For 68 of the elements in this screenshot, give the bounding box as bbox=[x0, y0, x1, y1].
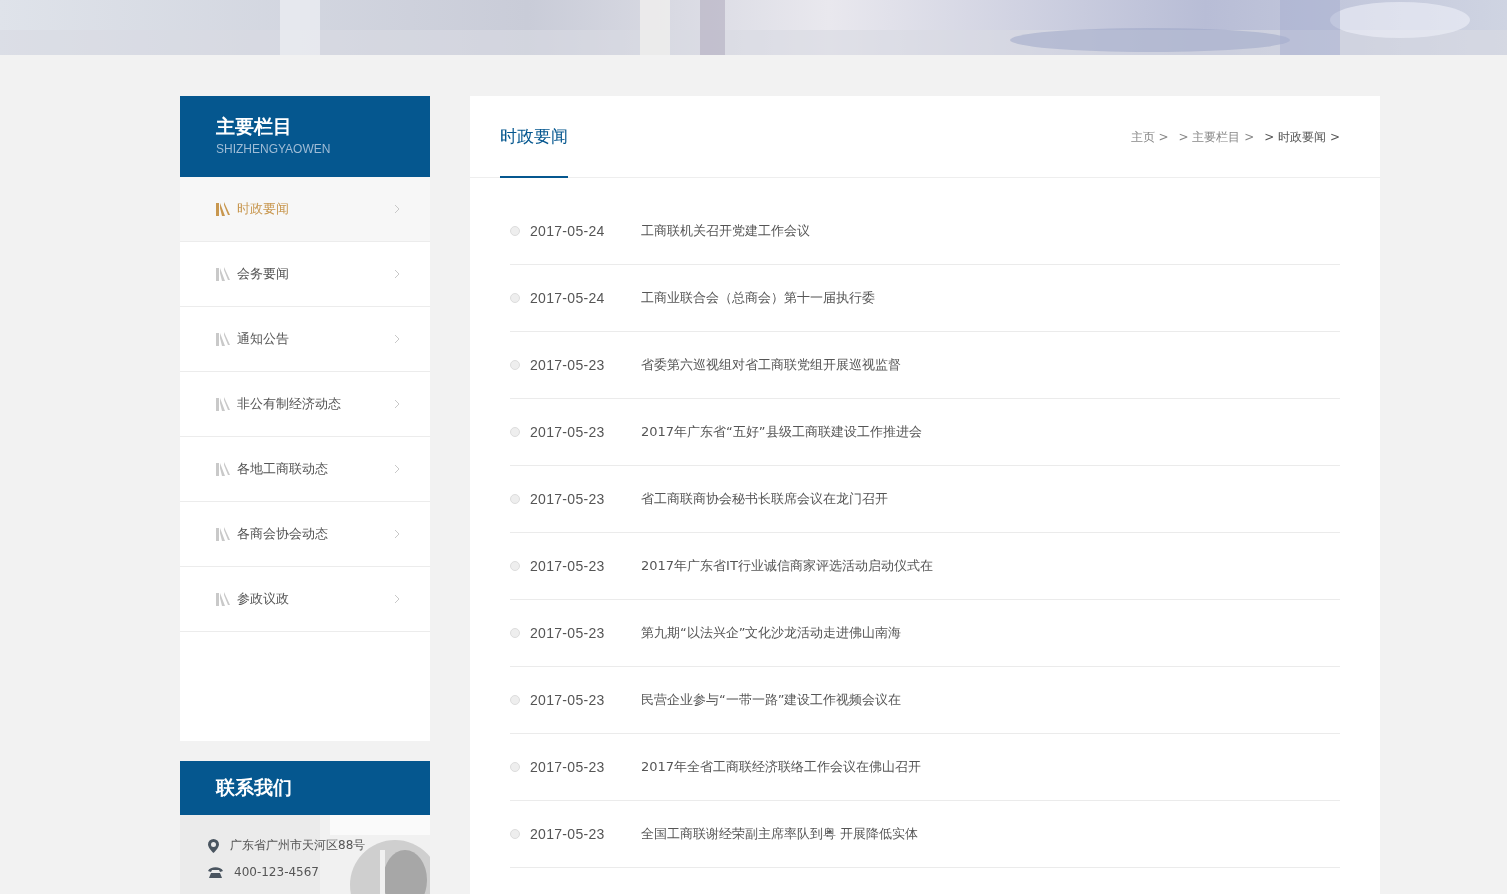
chevron-right-icon bbox=[394, 204, 400, 214]
news-date: 2017-05-23 bbox=[530, 759, 606, 775]
stripes-icon bbox=[216, 267, 231, 281]
bullet-icon bbox=[510, 293, 520, 303]
section-tab[interactable]: 时政要闻 bbox=[500, 125, 568, 178]
news-link[interactable]: 全国工商联谢经荣副主席率队到粤 开展降低实体 bbox=[641, 825, 919, 843]
news-link[interactable]: 省工商联商协会秘书长联席会议在龙门召开 bbox=[641, 490, 888, 508]
news-date: 2017-05-23 bbox=[530, 357, 606, 373]
bullet-icon bbox=[510, 829, 520, 839]
stripes-icon bbox=[216, 332, 231, 346]
breadcrumb-link[interactable]: > 主要栏目 > bbox=[1178, 129, 1255, 146]
bullet-icon bbox=[510, 494, 520, 504]
address-text: 广东省广州市天河区88号 bbox=[230, 837, 366, 854]
news-date: 2017-05-24 bbox=[530, 223, 606, 239]
chevron-right-icon bbox=[394, 464, 400, 474]
news-link[interactable]: 工商业联合会（总商会）第十一届执行委 bbox=[641, 289, 875, 307]
breadcrumb-link[interactable]: > 时政要闻 > bbox=[1264, 129, 1340, 146]
news-date: 2017-05-23 bbox=[530, 424, 606, 440]
sidebar-subtitle: SHIZHENGYAOWEN bbox=[216, 142, 332, 156]
bullet-icon bbox=[510, 360, 520, 370]
sidebar-item-label: 各商会协会动态 bbox=[237, 525, 329, 543]
sidebar-item-label: 时政要闻 bbox=[237, 200, 290, 218]
chevron-right-icon bbox=[394, 594, 400, 604]
news-date: 2017-05-23 bbox=[530, 826, 606, 842]
chevron-right-icon bbox=[394, 269, 400, 279]
bullet-icon bbox=[510, 226, 520, 236]
bullet-icon bbox=[510, 628, 520, 638]
sidebar-title: 主要栏目 bbox=[216, 114, 293, 138]
bullet-icon bbox=[510, 427, 520, 437]
news-date: 2017-05-23 bbox=[530, 491, 606, 507]
sidebar-item-label: 通知公告 bbox=[237, 330, 290, 348]
sidebar-item[interactable]: 参政议政 bbox=[180, 567, 430, 632]
news-link[interactable]: 工商联机关召开党建工作会议 bbox=[641, 222, 810, 240]
location-pin-icon bbox=[208, 838, 219, 853]
sidebar-item[interactable]: 各商会协会动态 bbox=[180, 502, 430, 567]
contact-title: 联系我们 bbox=[216, 775, 292, 800]
news-link[interactable]: 民营企业参与“一带一路”建设工作视频会议在 bbox=[641, 691, 902, 709]
stripes-icon bbox=[216, 462, 231, 476]
sidebar-item-label: 非公有制经济动态 bbox=[237, 395, 342, 413]
stripes-icon bbox=[216, 397, 231, 411]
sidebar-item-label: 会务要闻 bbox=[237, 265, 290, 283]
stripes-icon bbox=[216, 527, 231, 541]
sidebar-item[interactable]: 非公有制经济动态 bbox=[180, 372, 430, 437]
stripes-icon bbox=[216, 592, 231, 606]
news-link[interactable]: 省委第六巡视组对省工商联党组开展巡视监督 bbox=[641, 356, 901, 374]
news-link[interactable]: 2017年全省工商联经济联络工作会议在佛山召开 bbox=[641, 758, 922, 776]
news-date: 2017-05-23 bbox=[530, 558, 606, 574]
sidebar-item[interactable]: 通知公告 bbox=[180, 307, 430, 372]
stripes-icon bbox=[216, 202, 231, 216]
news-link[interactable]: 2017年广东省IT行业诚信商家评选活动启动仪式在 bbox=[641, 557, 933, 575]
news-link[interactable]: 2017年广东省“五好”县级工商联建设工作推进会 bbox=[641, 423, 922, 441]
sidebar-item[interactable]: 各地工商联动态 bbox=[180, 437, 430, 502]
sidebar-item-label: 参政议政 bbox=[237, 590, 290, 608]
breadcrumb-link[interactable]: 主页 > bbox=[1130, 129, 1169, 146]
news-link[interactable]: 第九期“以法兴企”文化沙龙活动走进佛山南海 bbox=[641, 624, 902, 642]
phone-text: 400-123-4567 bbox=[234, 865, 319, 879]
sidebar-item-label: 各地工商联动态 bbox=[237, 460, 329, 478]
chevron-right-icon bbox=[394, 529, 400, 539]
phone-icon bbox=[208, 866, 223, 878]
news-date: 2017-05-24 bbox=[530, 290, 606, 306]
news-date: 2017-05-23 bbox=[530, 625, 606, 641]
bullet-icon bbox=[510, 762, 520, 772]
chevron-right-icon bbox=[394, 334, 400, 344]
bullet-icon bbox=[510, 561, 520, 571]
sidebar-item[interactable]: 会务要闻 bbox=[180, 242, 430, 307]
bullet-icon bbox=[510, 695, 520, 705]
chevron-right-icon bbox=[394, 399, 400, 409]
news-date: 2017-05-23 bbox=[530, 692, 606, 708]
